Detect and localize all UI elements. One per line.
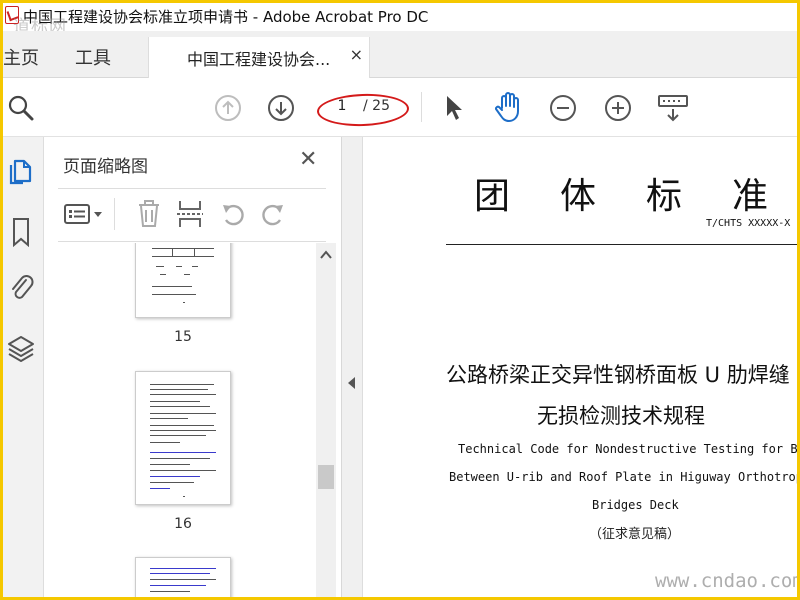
document-title-line-2: 无损检测技术规程 [537, 404, 705, 428]
watermark-bottom: www.cndao.com [655, 570, 797, 592]
rotate-ccw-icon [223, 204, 244, 226]
title-bar: 中国工程建设协会标准立项申请书 - Adobe Acrobat Pro DC 道… [3, 3, 797, 37]
heading-char: 团 [474, 176, 511, 217]
heading-rule [446, 244, 797, 245]
rotate-right-button[interactable] [258, 200, 286, 232]
arrow-down-icon [268, 95, 294, 121]
keyboard-down-icon [658, 95, 688, 122]
window-title: 中国工程建设协会标准立项申请书 - Adobe Acrobat Pro DC [23, 8, 429, 26]
tab-home[interactable]: 主页 [3, 44, 39, 70]
collapse-arrow-icon[interactable] [348, 377, 355, 389]
page-thumbnail[interactable] [135, 371, 231, 505]
previous-page-button[interactable] [214, 94, 242, 126]
trash-icon [139, 200, 159, 227]
panel-divider-2 [58, 241, 326, 242]
select-tool-button[interactable] [443, 94, 465, 126]
zoom-out-button[interactable] [549, 94, 577, 126]
list-options-icon [64, 204, 102, 224]
panel-toolbar [58, 192, 326, 237]
next-page-button[interactable] [267, 94, 295, 126]
search-icon[interactable] [6, 93, 36, 127]
tab-close-button[interactable]: × [350, 45, 363, 64]
bookmark-icon[interactable] [11, 217, 31, 251]
thumbnail-panel: 页面缩略图 ✕ 15 16 [44, 137, 342, 597]
heading-char: 体 [560, 176, 597, 217]
hand-tool-button[interactable] [493, 91, 525, 127]
panel-collapse-strip[interactable] [342, 137, 363, 597]
panel-close-button[interactable]: ✕ [299, 147, 317, 172]
plus-circle-icon [605, 95, 631, 121]
heading-char: 标 [646, 176, 683, 217]
attachment-icon[interactable] [8, 272, 34, 308]
document-title-line-1: 公路桥梁正交异性钢桥面板 U 肋焊缝 [446, 363, 790, 387]
arrow-up-icon [215, 95, 241, 121]
page-thumbnail[interactable] [135, 557, 231, 597]
options-menu-button[interactable] [63, 202, 109, 230]
draft-label: （征求意见稿） [589, 527, 681, 542]
tools-divider [114, 198, 115, 230]
delete-page-button[interactable] [136, 199, 162, 233]
page-display-button[interactable] [657, 92, 689, 128]
tab-document[interactable]: 中国工程建设协会... × [148, 37, 370, 78]
toolbar: 1 / 25 [3, 78, 797, 137]
zoom-in-button[interactable] [604, 94, 632, 126]
tab-bar: 主页 工具 中国工程建设协会... × [3, 31, 797, 78]
thumbnail-list: 15 16 [58, 243, 316, 597]
panel-divider [58, 188, 326, 189]
toolbar-divider [421, 92, 422, 122]
acrobat-window: 中国工程建设协会标准立项申请书 - Adobe Acrobat Pro DC 道… [3, 3, 797, 597]
minus-circle-icon [550, 95, 576, 121]
page-thumbnails-icon[interactable] [7, 155, 37, 191]
cursor-arrow-icon [447, 96, 462, 120]
rotate-cw-icon [262, 204, 283, 226]
red-annotation-ellipse [316, 92, 410, 128]
crop-page-icon [177, 201, 203, 227]
thumbnail-page-number: 15 [174, 329, 192, 345]
heading-char: 准 [732, 176, 769, 217]
navigation-rail [3, 137, 44, 597]
scroll-up-arrow-icon[interactable] [320, 249, 332, 263]
english-title-line-3: Bridges Deck [592, 498, 679, 512]
extract-page-button[interactable] [176, 199, 204, 233]
thumbnail-scrollbar[interactable] [316, 243, 336, 597]
tab-tools[interactable]: 工具 [75, 44, 111, 70]
tab-document-label: 中国工程建设协会... [187, 50, 331, 69]
page-thumbnail[interactable] [135, 243, 231, 318]
panel-title: 页面缩略图 [63, 157, 148, 177]
standard-code: T/CHTS XXXXX-X [706, 218, 791, 229]
document-view: 团 体 标 准 T/CHTS XXXXX-X 公路桥梁正交异性钢桥面板 U 肋焊缝 无… [363, 137, 797, 597]
english-title-line-1: Technical Code for Nondestructive Testin… [458, 442, 797, 456]
layers-icon[interactable] [7, 333, 35, 369]
thumbnail-page-number: 16 [174, 516, 192, 532]
hand-icon [495, 92, 519, 122]
rotate-left-button[interactable] [220, 200, 248, 232]
document-heading: 团体标准 [474, 167, 797, 219]
english-title-line-2: Between U-rib and Roof Plate in Higuway … [449, 470, 797, 484]
scrollbar-thumb[interactable] [318, 465, 334, 489]
